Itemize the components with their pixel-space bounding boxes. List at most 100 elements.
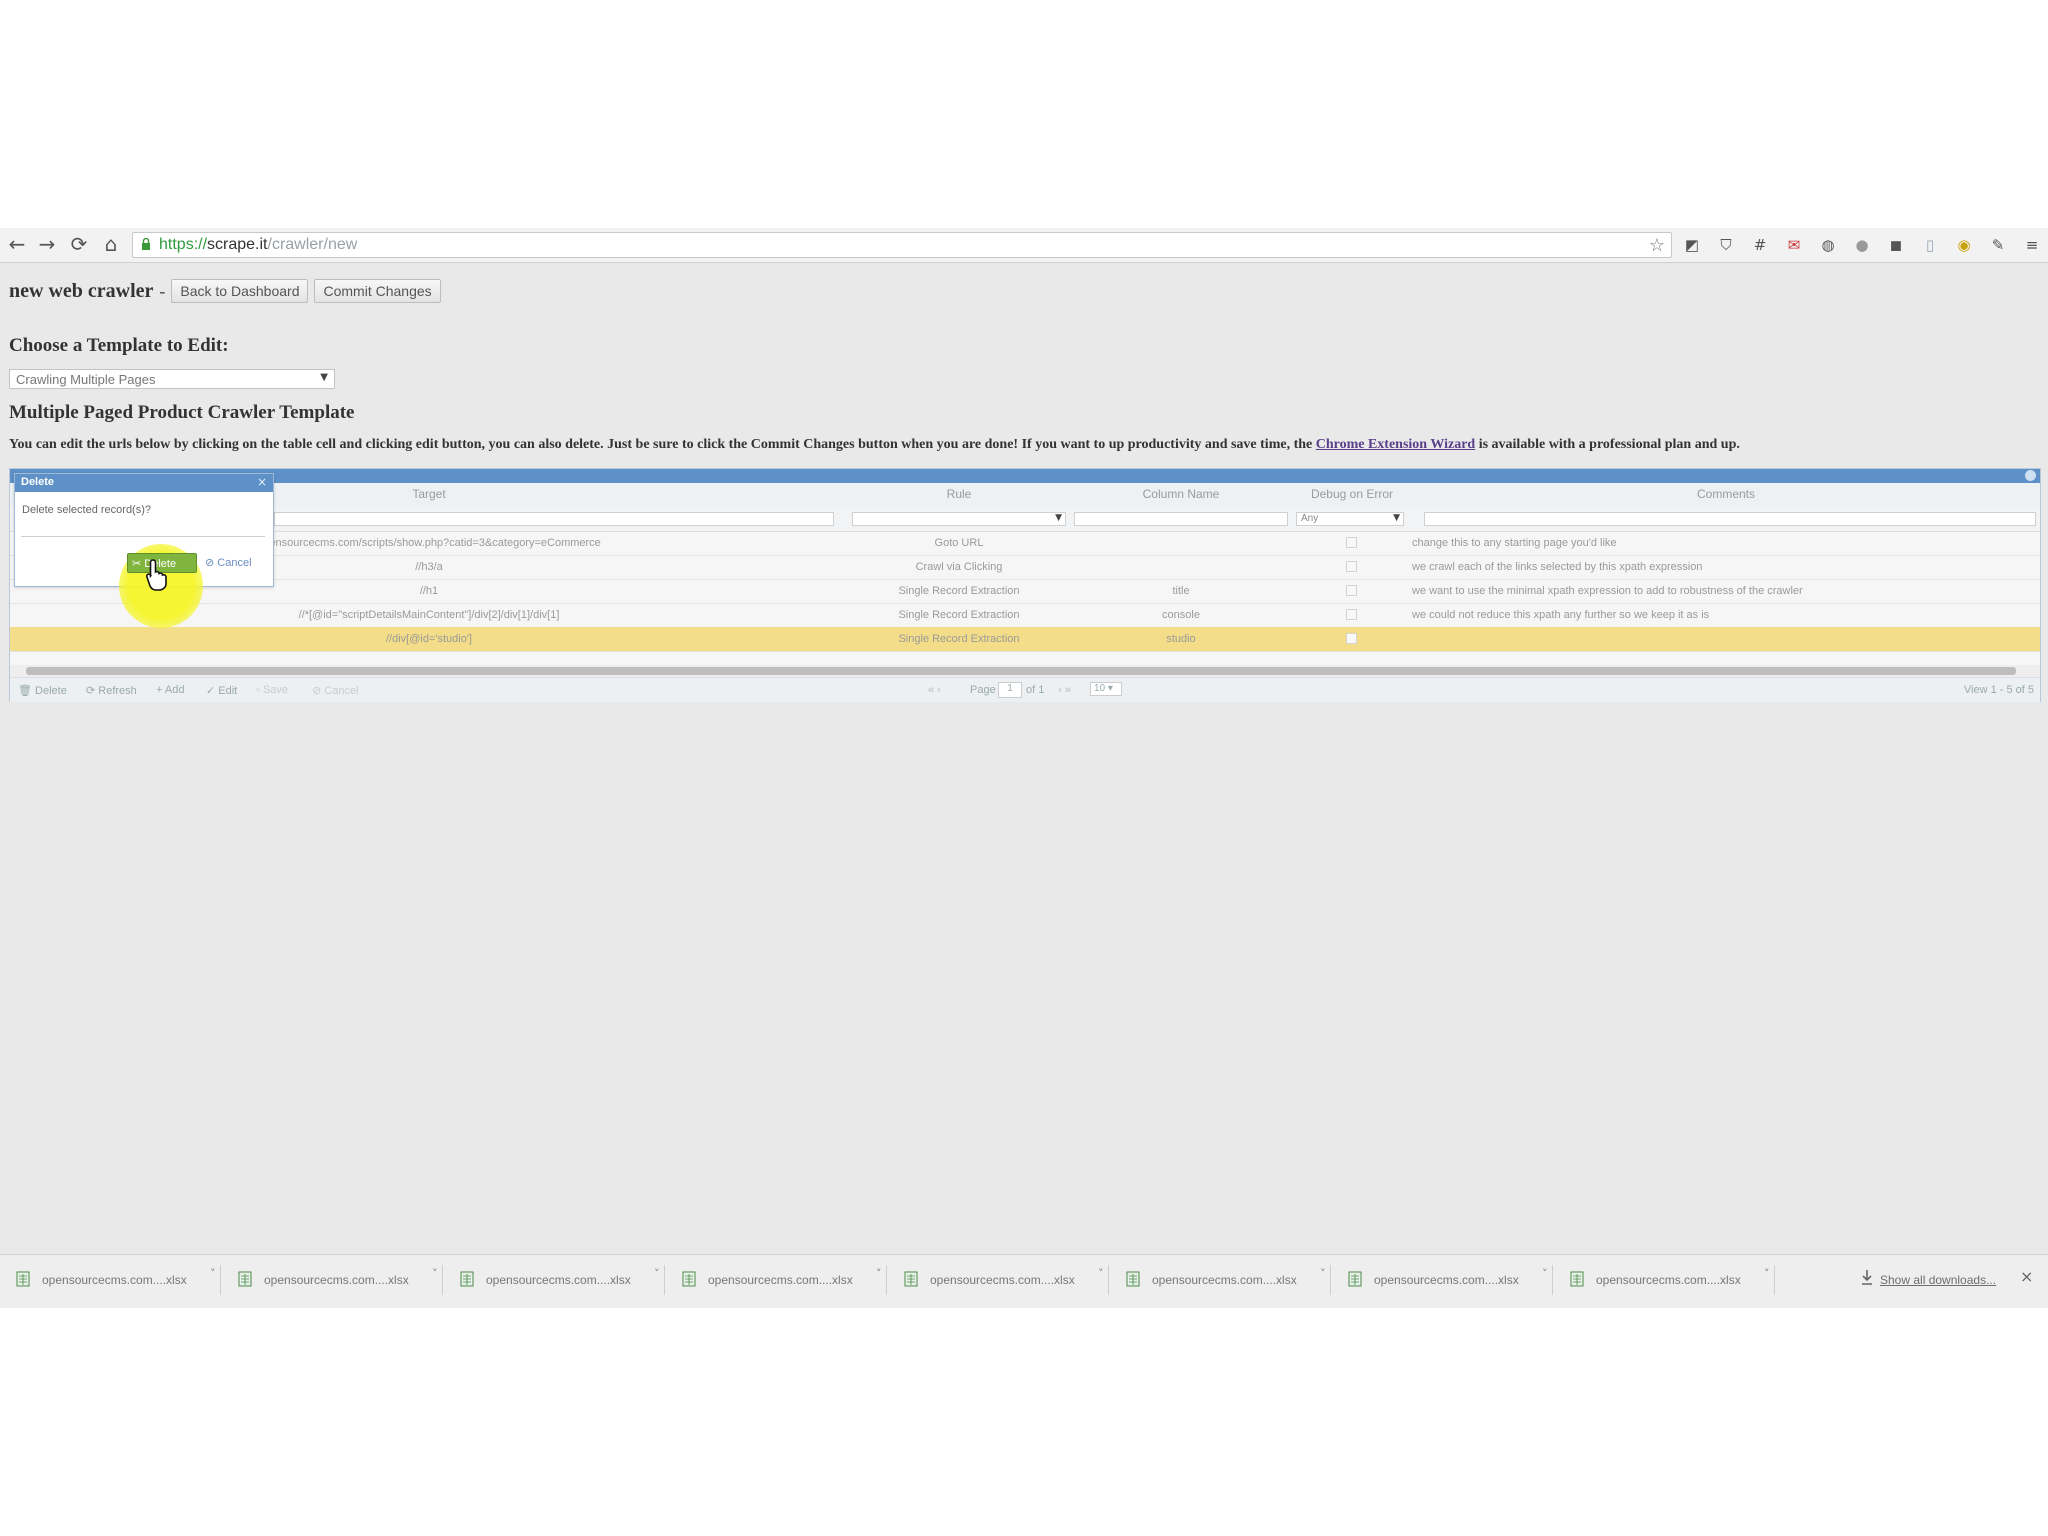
show-all-downloads-link[interactable]: Show all downloads... (1880, 1273, 1996, 1287)
dialog-cancel-button[interactable]: ⊘ Cancel (205, 556, 252, 569)
table-row[interactable]: //h1 Single Record Extraction title we want… (10, 579, 2040, 604)
dot-icon[interactable]: ● (1850, 234, 1874, 256)
close-icon[interactable]: × (2020, 1267, 2033, 1286)
cell-rule[interactable]: Single Record Extraction (848, 633, 1070, 645)
cell-rule[interactable]: Single Record Extraction (848, 585, 1070, 597)
back-arrow-icon[interactable]: ← (6, 232, 28, 256)
pager-next-icons[interactable]: › » (1058, 684, 1071, 696)
debug-checkbox[interactable] (1346, 561, 1357, 572)
divider (1552, 1265, 1553, 1295)
pager-size-select[interactable]: 10 ▾ (1090, 682, 1122, 696)
commit-changes-button[interactable]: Commit Changes (314, 279, 441, 303)
cell-rule[interactable]: Goto URL (848, 537, 1070, 549)
download-item[interactable]: opensourcecms.com....xlsx ˅ (672, 1265, 887, 1295)
pager-edit-button[interactable]: ✓ Edit (206, 684, 237, 697)
chevron-down-icon[interactable]: ˅ (1098, 1267, 1104, 1280)
pager-prev-icons[interactable]: « ‹ (928, 684, 941, 696)
forward-arrow-icon[interactable]: → (36, 232, 58, 256)
puzzle-icon[interactable]: ◼ (1884, 234, 1908, 256)
debug-checkbox[interactable] (1346, 633, 1357, 644)
chevron-down-icon[interactable]: ˅ (1320, 1267, 1326, 1280)
download-item[interactable]: opensourcecms.com....xlsx ˅ (1560, 1265, 1775, 1295)
menu-icon[interactable]: ≡ (2020, 234, 2044, 256)
divider (1108, 1265, 1109, 1295)
column-header-rule[interactable]: Rule (848, 487, 1070, 501)
instructions-after: is available with a professional plan an… (1475, 437, 1740, 452)
grid-collapse-icon[interactable] (2025, 470, 2036, 481)
mail-icon[interactable]: ✉ (1782, 234, 1806, 256)
chevron-down-icon[interactable]: ˅ (1764, 1267, 1770, 1280)
close-icon[interactable]: × (257, 475, 267, 489)
table-row[interactable]: //*[@id="scriptDetailsMainContent"]/div[… (10, 603, 2040, 628)
pager-page-input[interactable]: 1 (998, 682, 1022, 698)
wrench-icon[interactable]: ✎ (1986, 234, 2010, 256)
filter-rule-select[interactable]: ▼ (852, 512, 1066, 526)
table-row[interactable]: //div[@id='studio'] Single Record Extract… (10, 627, 2040, 652)
cell-comments[interactable]: we could not reduce this xpath any furth… (1412, 609, 2032, 621)
spreadsheet-file-icon (682, 1271, 696, 1287)
debug-checkbox[interactable] (1346, 537, 1357, 548)
filter-comments-input[interactable] (1424, 512, 2036, 526)
cell-rule[interactable]: Crawl via Clicking (848, 561, 1070, 573)
back-to-dashboard-button[interactable]: Back to Dashboard (171, 279, 309, 303)
chrome-extension-wizard-link[interactable]: Chrome Extension Wizard (1316, 437, 1475, 452)
pager-refresh-button[interactable]: ⟳ Refresh (86, 684, 137, 697)
grid-icon[interactable]: # (1748, 234, 1772, 256)
cell-comments[interactable]: we want to use the minimal xpath express… (1412, 585, 2032, 597)
scrollbar-thumb[interactable] (26, 667, 2016, 675)
table-row[interactable]: opensourcecms.com/scripts/show.php?catid… (10, 531, 2040, 556)
debug-checkbox[interactable] (1346, 585, 1357, 596)
chevron-down-icon[interactable]: ˅ (210, 1267, 216, 1280)
divider (1330, 1265, 1331, 1295)
chevron-down-icon[interactable]: ˅ (654, 1267, 660, 1280)
template-select-value: Crawling Multiple Pages (16, 372, 156, 387)
filter-debug-select[interactable]: Any ▼ (1296, 512, 1404, 526)
column-header-column-name[interactable]: Column Name (1070, 487, 1292, 501)
download-item[interactable]: opensourcecms.com....xlsx ˅ (228, 1265, 443, 1295)
chrome-icon[interactable]: ◉ (1952, 234, 1976, 256)
globe-icon[interactable]: ◍ (1816, 234, 1840, 256)
cell-target[interactable]: //div[@id='studio'] (10, 633, 848, 645)
debug-checkbox[interactable] (1346, 609, 1357, 620)
chevron-down-icon[interactable]: ˅ (1542, 1267, 1548, 1280)
cell-comments[interactable]: we crawl each of the links selected by t… (1412, 561, 2032, 573)
filter-column-name-input[interactable] (1074, 512, 1288, 526)
cell-column-name[interactable]: studio (1070, 633, 1292, 645)
doc-icon[interactable]: ▯ (1918, 234, 1942, 256)
download-item[interactable]: opensourcecms.com....xlsx ˅ (1338, 1265, 1553, 1295)
dialog-titlebar[interactable]: Delete × (15, 474, 273, 492)
scissors-icon: ✂ (132, 558, 145, 570)
chevron-down-icon[interactable]: ˅ (876, 1267, 882, 1280)
address-bar[interactable]: https://scrape.it/crawler/new ☆ (132, 232, 1672, 258)
pager-save-button[interactable]: ▫ Save (256, 684, 288, 696)
pager-of-label: of 1 (1026, 684, 1045, 696)
download-item[interactable]: opensourcecms.com....xlsx ˅ (6, 1265, 221, 1295)
cell-comments[interactable]: change this to any starting page you'd l… (1412, 537, 2032, 549)
horizontal-scrollbar[interactable] (10, 665, 2040, 677)
filter-target-input[interactable] (274, 512, 834, 526)
pager-add-button[interactable]: + Add (156, 684, 184, 696)
pager-delete-button[interactable]: 🗑 Delete (18, 684, 67, 697)
column-header-debug-on-error[interactable]: Debug on Error (1292, 487, 1412, 501)
column-header-comments[interactable]: Comments (1412, 487, 2040, 501)
home-icon[interactable]: ⌂ (100, 232, 122, 256)
cell-column-name[interactable]: title (1070, 585, 1292, 597)
dialog-cancel-label: Cancel (217, 557, 252, 569)
extension-icons: ◩ ⛉ # ✉ ◍ ● ◼ ▯ ◉ ✎ ≡ (1680, 234, 2044, 256)
chevron-down-icon[interactable]: ˅ (432, 1267, 438, 1280)
cell-column-name[interactable]: console (1070, 609, 1292, 621)
reload-icon[interactable]: ⟳ (68, 232, 90, 256)
download-item[interactable]: opensourcecms.com....xlsx ˅ (1116, 1265, 1331, 1295)
table-row[interactable]: //h3/a Crawl via Clicking we crawl each of… (10, 555, 2040, 580)
cell-rule[interactable]: Single Record Extraction (848, 609, 1070, 621)
template-select[interactable]: Crawling Multiple Pages ▼ (9, 369, 335, 389)
template-heading: Multiple Paged Product Crawler Template (9, 402, 355, 423)
download-item[interactable]: opensourcecms.com....xlsx ˅ (450, 1265, 665, 1295)
bookmark-icon[interactable]: ◩ (1680, 234, 1704, 256)
shield-icon[interactable]: ⛉ (1714, 234, 1738, 256)
pager-cancel-button[interactable]: ⊘ Cancel (312, 684, 359, 697)
download-file-name: opensourcecms.com....xlsx (1374, 1273, 1519, 1287)
bookmark-star-icon[interactable]: ☆ (1649, 235, 1665, 256)
download-item[interactable]: opensourcecms.com....xlsx ˅ (894, 1265, 1109, 1295)
lock-icon (142, 238, 150, 250)
